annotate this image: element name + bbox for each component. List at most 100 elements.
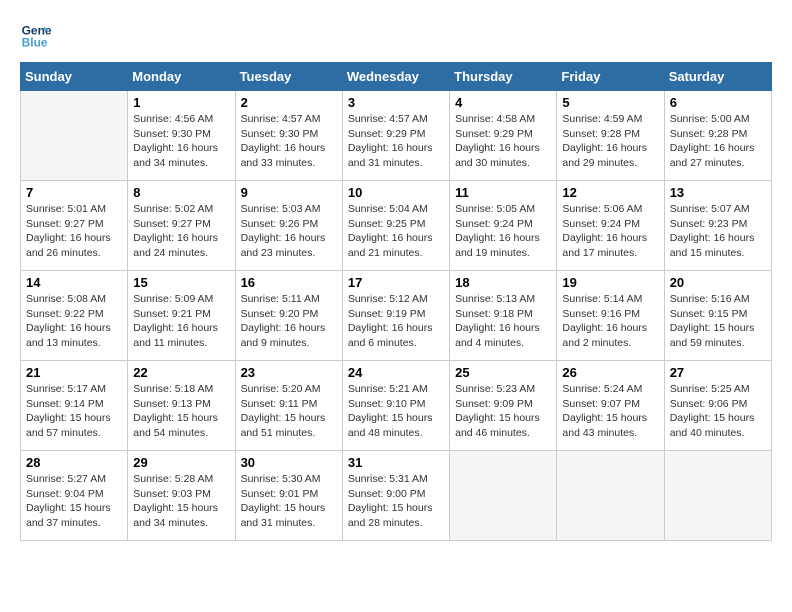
calendar-cell: 31 Sunrise: 5:31 AM Sunset: 9:00 PM Dayli… [342, 451, 449, 541]
calendar-header-saturday: Saturday [664, 63, 771, 91]
day-number: 23 [241, 365, 337, 380]
day-number: 29 [133, 455, 229, 470]
day-info: Sunrise: 5:07 AM Sunset: 9:23 PM Dayligh… [670, 202, 766, 261]
day-info: Sunrise: 5:05 AM Sunset: 9:24 PM Dayligh… [455, 202, 551, 261]
calendar-header-row: SundayMondayTuesdayWednesdayThursdayFrid… [21, 63, 772, 91]
calendar-header-monday: Monday [128, 63, 235, 91]
day-info: Sunrise: 5:00 AM Sunset: 9:28 PM Dayligh… [670, 112, 766, 171]
calendar-cell: 5 Sunrise: 4:59 AM Sunset: 9:28 PM Daylig… [557, 91, 664, 181]
day-info: Sunrise: 5:03 AM Sunset: 9:26 PM Dayligh… [241, 202, 337, 261]
day-info: Sunrise: 5:18 AM Sunset: 9:13 PM Dayligh… [133, 382, 229, 441]
calendar-cell: 1 Sunrise: 4:56 AM Sunset: 9:30 PM Daylig… [128, 91, 235, 181]
day-info: Sunrise: 5:13 AM Sunset: 9:18 PM Dayligh… [455, 292, 551, 351]
day-number: 16 [241, 275, 337, 290]
day-number: 1 [133, 95, 229, 110]
logo: General Blue [20, 20, 52, 52]
day-number: 20 [670, 275, 766, 290]
day-number: 9 [241, 185, 337, 200]
calendar-cell: 16 Sunrise: 5:11 AM Sunset: 9:20 PM Dayli… [235, 271, 342, 361]
day-number: 19 [562, 275, 658, 290]
day-number: 5 [562, 95, 658, 110]
day-number: 21 [26, 365, 122, 380]
day-info: Sunrise: 4:57 AM Sunset: 9:29 PM Dayligh… [348, 112, 444, 171]
day-info: Sunrise: 5:25 AM Sunset: 9:06 PM Dayligh… [670, 382, 766, 441]
day-number: 30 [241, 455, 337, 470]
calendar-header-thursday: Thursday [450, 63, 557, 91]
calendar-cell: 21 Sunrise: 5:17 AM Sunset: 9:14 PM Dayli… [21, 361, 128, 451]
day-info: Sunrise: 4:58 AM Sunset: 9:29 PM Dayligh… [455, 112, 551, 171]
calendar-cell: 14 Sunrise: 5:08 AM Sunset: 9:22 PM Dayli… [21, 271, 128, 361]
calendar-cell: 17 Sunrise: 5:12 AM Sunset: 9:19 PM Dayli… [342, 271, 449, 361]
calendar-cell [450, 451, 557, 541]
calendar-cell: 15Sunrise: 5:09 AM Sunset: 9:21 PM Dayli… [128, 271, 235, 361]
calendar-cell [557, 451, 664, 541]
day-number: 8 [133, 185, 229, 200]
calendar-cell: 29 Sunrise: 5:28 AM Sunset: 9:03 PM Dayli… [128, 451, 235, 541]
day-info: Sunrise: 5:20 AM Sunset: 9:11 PM Dayligh… [241, 382, 337, 441]
calendar-cell: 25Sunrise: 5:23 AM Sunset: 9:09 PM Dayli… [450, 361, 557, 451]
day-number: 4 [455, 95, 551, 110]
calendar-cell: 12 Sunrise: 5:06 AM Sunset: 9:24 PM Dayli… [557, 181, 664, 271]
calendar-header-sunday: Sunday [21, 63, 128, 91]
calendar-header-friday: Friday [557, 63, 664, 91]
day-number: 17 [348, 275, 444, 290]
calendar-cell: 23 Sunrise: 5:20 AM Sunset: 9:11 PM Dayli… [235, 361, 342, 451]
day-number: 12 [562, 185, 658, 200]
day-info: Sunrise: 5:24 AM Sunset: 9:07 PM Dayligh… [562, 382, 658, 441]
day-number: 11 [455, 185, 551, 200]
day-number: 27 [670, 365, 766, 380]
calendar-cell: 2 Sunrise: 4:57 AM Sunset: 9:30 PM Daylig… [235, 91, 342, 181]
day-info: Sunrise: 5:02 AM Sunset: 9:27 PM Dayligh… [133, 202, 229, 261]
day-info: Sunrise: 4:56 AM Sunset: 9:30 PM Dayligh… [133, 112, 229, 171]
day-info: Sunrise: 4:57 AM Sunset: 9:30 PM Dayligh… [241, 112, 337, 171]
logo-icon: General Blue [20, 20, 52, 52]
page-header: General Blue [20, 20, 772, 52]
calendar-header-wednesday: Wednesday [342, 63, 449, 91]
calendar-cell: 9 Sunrise: 5:03 AM Sunset: 9:26 PM Daylig… [235, 181, 342, 271]
week-row-5: 28Sunrise: 5:27 AM Sunset: 9:04 PM Dayli… [21, 451, 772, 541]
day-number: 18 [455, 275, 551, 290]
day-info: Sunrise: 5:21 AM Sunset: 9:10 PM Dayligh… [348, 382, 444, 441]
calendar-cell: 24 Sunrise: 5:21 AM Sunset: 9:10 PM Dayli… [342, 361, 449, 451]
day-number: 7 [26, 185, 122, 200]
calendar-cell: 22 Sunrise: 5:18 AM Sunset: 9:13 PM Dayli… [128, 361, 235, 451]
week-row-3: 14 Sunrise: 5:08 AM Sunset: 9:22 PM Dayli… [21, 271, 772, 361]
day-number: 3 [348, 95, 444, 110]
calendar-cell: 20Sunrise: 5:16 AM Sunset: 9:15 PM Dayli… [664, 271, 771, 361]
day-info: Sunrise: 5:30 AM Sunset: 9:01 PM Dayligh… [241, 472, 337, 531]
day-info: Sunrise: 5:01 AM Sunset: 9:27 PM Dayligh… [26, 202, 122, 261]
day-info: Sunrise: 5:17 AM Sunset: 9:14 PM Dayligh… [26, 382, 122, 441]
week-row-4: 21 Sunrise: 5:17 AM Sunset: 9:14 PM Dayli… [21, 361, 772, 451]
calendar-cell: 8 Sunrise: 5:02 AM Sunset: 9:27 PM Daylig… [128, 181, 235, 271]
calendar-cell: 11 Sunrise: 5:05 AM Sunset: 9:24 PM Dayli… [450, 181, 557, 271]
day-info: Sunrise: 5:31 AM Sunset: 9:00 PM Dayligh… [348, 472, 444, 531]
calendar-cell: 10 Sunrise: 5:04 AM Sunset: 9:25 PM Dayli… [342, 181, 449, 271]
day-number: 10 [348, 185, 444, 200]
day-number: 13 [670, 185, 766, 200]
day-info: Sunrise: 4:59 AM Sunset: 9:28 PM Dayligh… [562, 112, 658, 171]
calendar-cell [21, 91, 128, 181]
calendar-cell: 6Sunrise: 5:00 AM Sunset: 9:28 PM Daylig… [664, 91, 771, 181]
day-info: Sunrise: 5:06 AM Sunset: 9:24 PM Dayligh… [562, 202, 658, 261]
calendar-cell: 18 Sunrise: 5:13 AM Sunset: 9:18 PM Dayli… [450, 271, 557, 361]
day-info: Sunrise: 5:04 AM Sunset: 9:25 PM Dayligh… [348, 202, 444, 261]
day-info: Sunrise: 5:12 AM Sunset: 9:19 PM Dayligh… [348, 292, 444, 351]
calendar-table: SundayMondayTuesdayWednesdayThursdayFrid… [20, 62, 772, 541]
day-number: 15 [133, 275, 229, 290]
day-number: 31 [348, 455, 444, 470]
day-info: Sunrise: 5:08 AM Sunset: 9:22 PM Dayligh… [26, 292, 122, 351]
calendar-cell: 28Sunrise: 5:27 AM Sunset: 9:04 PM Dayli… [21, 451, 128, 541]
calendar-cell: 4 Sunrise: 4:58 AM Sunset: 9:29 PM Daylig… [450, 91, 557, 181]
calendar-cell: 7 Sunrise: 5:01 AM Sunset: 9:27 PM Daylig… [21, 181, 128, 271]
day-number: 25 [455, 365, 551, 380]
day-number: 2 [241, 95, 337, 110]
day-info: Sunrise: 5:28 AM Sunset: 9:03 PM Dayligh… [133, 472, 229, 531]
day-number: 22 [133, 365, 229, 380]
calendar-cell: 19Sunrise: 5:14 AM Sunset: 9:16 PM Dayli… [557, 271, 664, 361]
day-number: 28 [26, 455, 122, 470]
day-info: Sunrise: 5:11 AM Sunset: 9:20 PM Dayligh… [241, 292, 337, 351]
week-row-2: 7 Sunrise: 5:01 AM Sunset: 9:27 PM Daylig… [21, 181, 772, 271]
day-number: 24 [348, 365, 444, 380]
day-number: 14 [26, 275, 122, 290]
calendar-cell: 27 Sunrise: 5:25 AM Sunset: 9:06 PM Dayli… [664, 361, 771, 451]
